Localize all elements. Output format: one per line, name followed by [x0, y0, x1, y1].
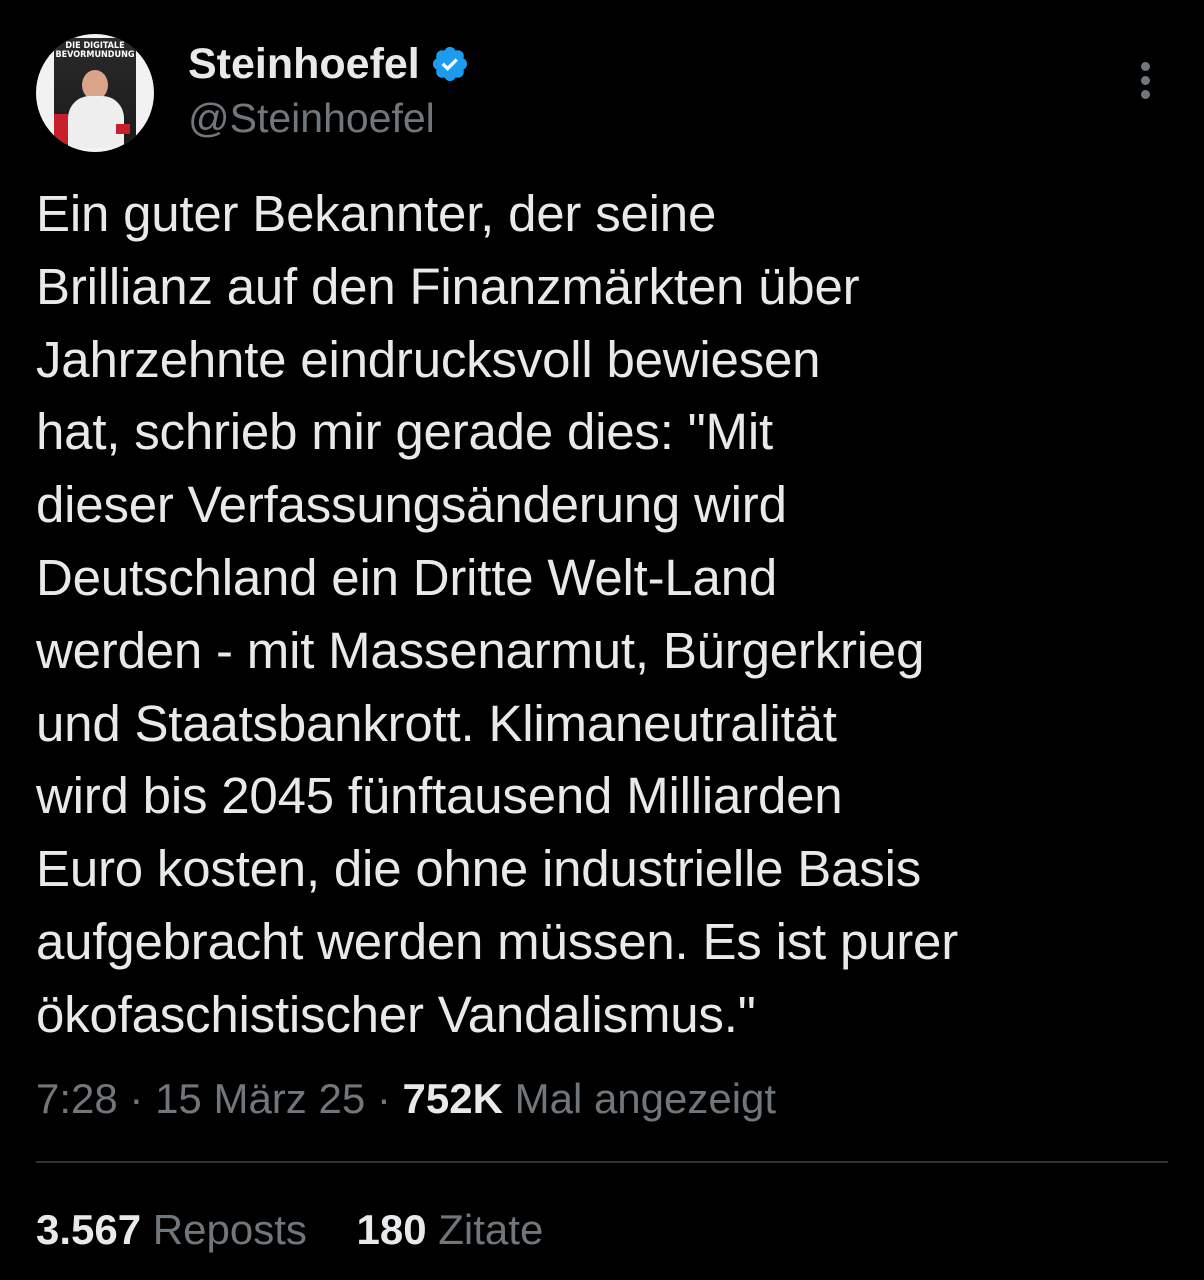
- divider: [36, 1161, 1168, 1163]
- tweet-meta: 7:28 · 15 März 25 · 752K Mal angezeigt: [36, 1072, 776, 1126]
- avatar-book-title: DIE DIGITALE BEVORMUNDUNG: [55, 41, 135, 60]
- more-options-icon[interactable]: [1126, 58, 1166, 102]
- dot: [1141, 62, 1150, 71]
- verified-badge-icon[interactable]: [430, 44, 470, 84]
- tweet-date[interactable]: 15 März 25: [155, 1075, 365, 1122]
- quotes-label: Zitate: [438, 1206, 544, 1253]
- dot: [1141, 76, 1150, 85]
- views-label[interactable]: Mal angezeigt: [515, 1075, 777, 1122]
- tweet-stats: 3.567 Reposts 180 Zitate: [36, 1202, 581, 1258]
- reposts-stat[interactable]: 3.567 Reposts: [36, 1202, 307, 1258]
- dot: [1141, 90, 1150, 99]
- avatar[interactable]: DIE DIGITALE BEVORMUNDUNG: [36, 34, 154, 152]
- reposts-label: Reposts: [152, 1206, 307, 1253]
- meta-separator: ·: [365, 1075, 403, 1122]
- author-handle[interactable]: @Steinhoefel: [188, 92, 435, 144]
- author-display-name[interactable]: Steinhoefel: [188, 36, 420, 92]
- quotes-count: 180: [356, 1206, 427, 1253]
- tweet-time[interactable]: 7:28: [36, 1075, 118, 1122]
- avatar-decoration: [116, 124, 130, 134]
- avatar-decoration: [54, 114, 68, 144]
- avatar-person-body: [68, 96, 124, 148]
- avatar-image: DIE DIGITALE BEVORMUNDUNG: [54, 38, 136, 148]
- meta-separator: ·: [117, 1075, 156, 1122]
- tweet-text: Ein guter Bekannter, der seine Brillianz…: [36, 185, 959, 1043]
- tweet: DIE DIGITALE BEVORMUNDUNG Steinhoefel @St…: [0, 0, 1204, 1280]
- reposts-count: 3.567: [36, 1206, 142, 1253]
- quotes-stat[interactable]: 180 Zitate: [357, 1202, 544, 1258]
- author-name-row[interactable]: Steinhoefel: [188, 36, 470, 92]
- views-count[interactable]: 752K: [403, 1075, 503, 1122]
